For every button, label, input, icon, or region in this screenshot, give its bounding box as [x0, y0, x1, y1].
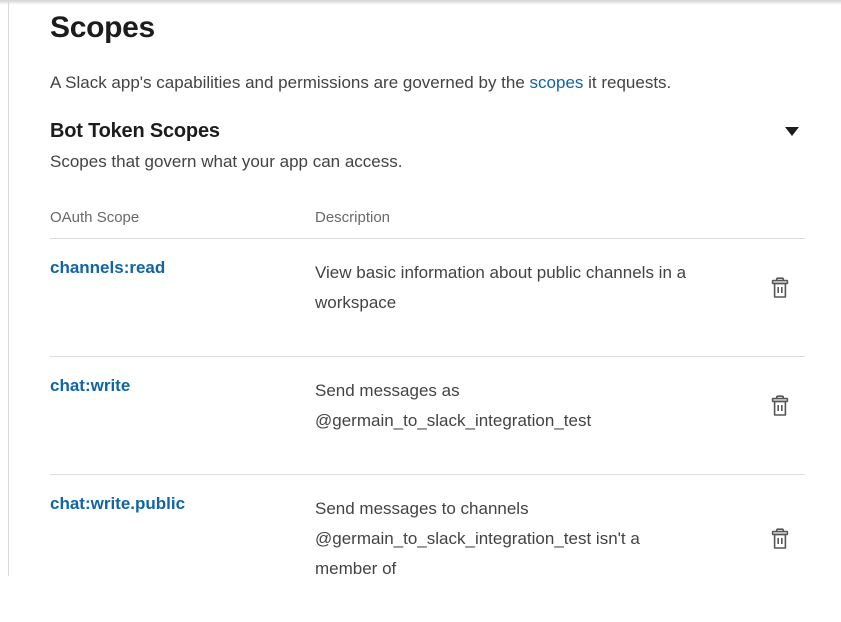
section-title: Bot Token Scopes — [50, 120, 220, 143]
scope-description: View basic information about public chan… — [315, 258, 695, 318]
column-header-description: Description — [315, 209, 695, 226]
delete-scope-button[interactable] — [770, 276, 790, 300]
section-subtitle: Scopes that govern what your app can acc… — [50, 152, 805, 172]
scope-row: chat:write Send messages as @germain_to_… — [50, 357, 805, 475]
caret-down-icon[interactable] — [785, 127, 799, 136]
column-header-scope: OAuth Scope — [50, 209, 315, 226]
scope-description: Send messages as @germain_to_slack_integ… — [315, 376, 695, 436]
row-actions — [770, 527, 805, 551]
table-header-row: OAuth Scope Description — [50, 209, 805, 239]
row-actions — [770, 276, 805, 300]
trash-icon — [770, 394, 790, 418]
bot-token-scopes-header: Bot Token Scopes — [50, 120, 805, 143]
intro-text-before: A Slack app's capabilities and permissio… — [50, 73, 530, 92]
scope-name: channels:read — [50, 258, 315, 278]
sidebar-divider — [8, 0, 9, 576]
trash-icon — [770, 527, 790, 551]
scope-link[interactable]: channels:read — [50, 258, 165, 277]
oauth-scopes-table: OAuth Scope Description channels:read Vi… — [50, 209, 805, 622]
trash-icon — [770, 276, 790, 300]
delete-scope-button[interactable] — [770, 394, 790, 418]
intro-paragraph: A Slack app's capabilities and permissio… — [50, 72, 805, 94]
row-actions — [770, 394, 805, 418]
page-title: Scopes — [50, 11, 805, 45]
column-header-actions — [695, 209, 805, 226]
scopes-doc-link[interactable]: scopes — [530, 73, 584, 92]
scope-link[interactable]: chat:write — [50, 376, 130, 395]
scopes-panel: Scopes A Slack app's capabilities and pe… — [50, 0, 805, 622]
scope-name: chat:write.public — [50, 494, 315, 514]
scope-description: Send messages to channels @germain_to_sl… — [315, 494, 695, 584]
scope-name: chat:write — [50, 376, 315, 396]
scope-link[interactable]: chat:write.public — [50, 494, 185, 513]
intro-text-after: it requests. — [583, 73, 671, 92]
delete-scope-button[interactable] — [770, 527, 790, 551]
scope-row: chat:write.public Send messages to chann… — [50, 475, 805, 622]
scope-row: channels:read View basic information abo… — [50, 239, 805, 357]
